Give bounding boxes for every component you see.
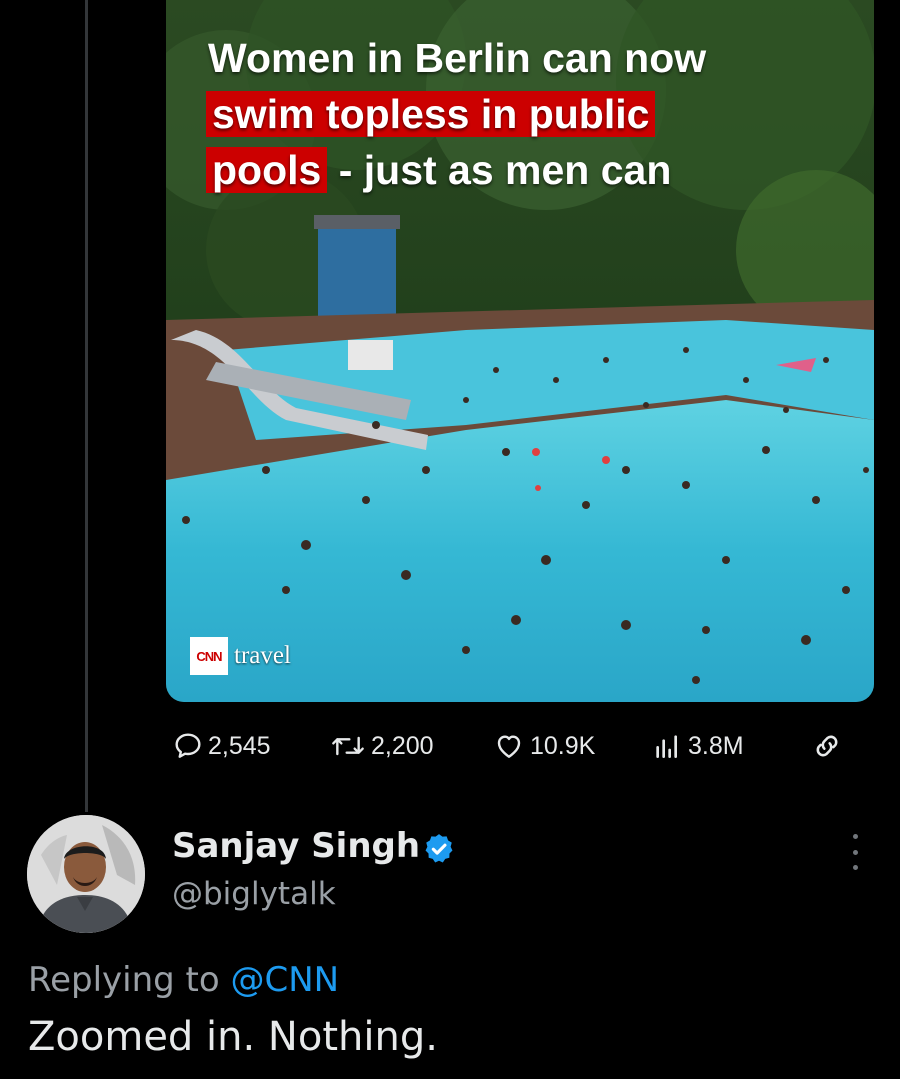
headline-line-1: Women in Berlin can now bbox=[208, 35, 707, 81]
post-media-image[interactable]: Women in Berlin can now swim topless in … bbox=[166, 0, 874, 702]
replying-to-line: Replying to @CNN bbox=[28, 960, 339, 1000]
headline-line-3: pools - just as men can bbox=[206, 142, 848, 198]
views-button[interactable]: 3.8M bbox=[650, 726, 744, 766]
headline-line-3-rest: - just as men can bbox=[327, 147, 672, 193]
headline-line-2: swim topless in public bbox=[206, 86, 848, 142]
reply-button[interactable]: 2,545 bbox=[172, 726, 271, 766]
post-action-bar: 2,545 2,200 10.9K 3.8M bbox=[172, 726, 852, 766]
repost-button[interactable]: 2,200 bbox=[329, 726, 434, 766]
like-count: 10.9K bbox=[530, 731, 596, 760]
headline-highlight-3: pools bbox=[206, 147, 328, 193]
share-button[interactable] bbox=[810, 726, 844, 766]
more-options-button[interactable] bbox=[840, 834, 870, 870]
author-name[interactable]: Sanjay Singh bbox=[172, 826, 420, 866]
share-icon bbox=[816, 735, 838, 757]
replying-mention-link[interactable]: @CNN bbox=[231, 960, 340, 1000]
cnn-logo: CNN bbox=[190, 637, 228, 675]
avatar[interactable] bbox=[27, 815, 145, 933]
views-count: 3.8M bbox=[688, 731, 744, 760]
like-icon bbox=[497, 735, 521, 758]
thread-connector-line bbox=[85, 0, 88, 812]
cnn-travel-watermark: CNN travel bbox=[190, 636, 291, 676]
author-handle[interactable]: @biglytalk bbox=[172, 876, 336, 912]
replying-prefix: Replying to bbox=[28, 960, 231, 1000]
like-button[interactable]: 10.9K bbox=[492, 726, 595, 766]
brand-text: travel bbox=[234, 642, 291, 669]
headline-highlight-2: swim topless in public bbox=[206, 91, 656, 137]
views-icon bbox=[656, 735, 677, 758]
more-icon bbox=[852, 834, 858, 839]
repost-count: 2,200 bbox=[371, 731, 434, 760]
verified-badge-icon bbox=[425, 834, 453, 863]
reply-icon bbox=[175, 733, 201, 758]
avatar-photo bbox=[27, 815, 145, 933]
reply-text: Zoomed in. Nothing. bbox=[28, 1014, 438, 1060]
media-headline: Women in Berlin can now swim topless in … bbox=[206, 30, 848, 198]
reply-count: 2,545 bbox=[208, 731, 271, 760]
repost-icon bbox=[332, 736, 364, 756]
